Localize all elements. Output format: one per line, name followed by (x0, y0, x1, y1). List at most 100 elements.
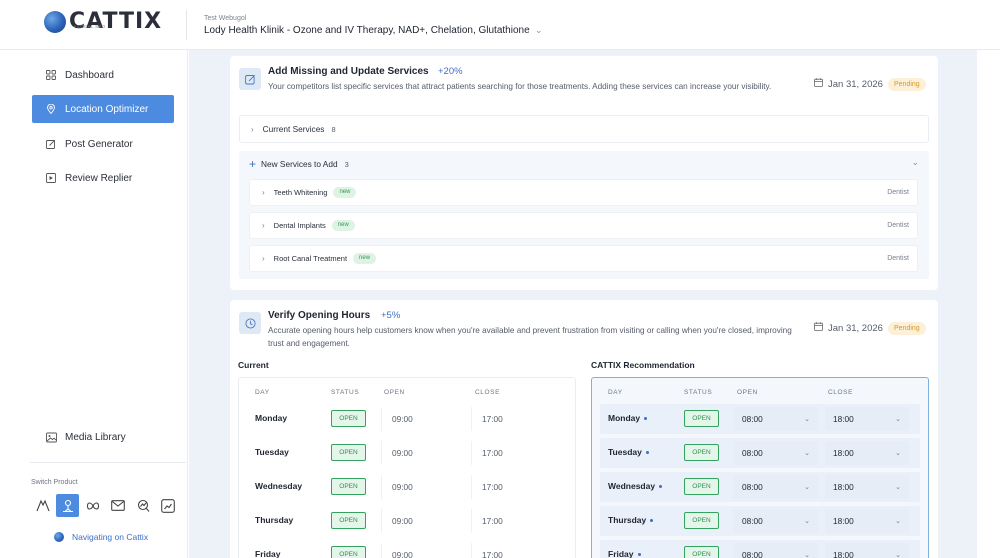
current-services-toggle[interactable]: › Current Services 8 (239, 115, 929, 143)
new-services-header[interactable]: + New Services to Add 3 (249, 157, 349, 171)
image-icon (46, 432, 57, 443)
service-name: Dental Implants (273, 221, 326, 230)
task-date: Jan 31, 2026 (814, 322, 883, 334)
logo-text: CATTIX (69, 9, 163, 34)
product-reports[interactable] (156, 494, 179, 517)
new-badge: new (353, 253, 377, 264)
column-header-status: STATUS (684, 389, 713, 396)
close-time-value: 18:00 (833, 482, 854, 492)
open-time-cell: 09:00 (381, 407, 466, 431)
open-time-select[interactable]: 08:00 ⌄ (734, 475, 818, 499)
day-cell: Tuesday (608, 447, 649, 457)
sidebar: Dashboard Location Optimizer Post Genera… (0, 50, 188, 558)
current-services-count: 8 (331, 124, 336, 134)
top-header: CATTIX • LOCAL SEO Test Webugol Lody Hea… (0, 0, 1000, 50)
status-cell[interactable]: OPEN (684, 444, 719, 461)
calendar-icon (814, 322, 823, 334)
calendar-icon (814, 78, 823, 90)
chevron-down-icon: ⌄ (804, 416, 810, 423)
status-cell: OPEN (331, 478, 366, 495)
close-time-cell: 17:00 (471, 543, 556, 558)
open-time-cell: 09:00 (381, 509, 466, 533)
new-badge: new (331, 220, 355, 231)
clock-icon (239, 312, 261, 334)
changed-dot-icon (637, 552, 641, 556)
sidebar-item-review-replier[interactable]: Review Replier (32, 164, 174, 192)
plus-icon: + (249, 157, 257, 171)
list-item[interactable]: › Teeth Whitening new Dentist (249, 179, 918, 206)
product-meta[interactable] (81, 494, 104, 517)
chevron-down-icon: ⌄ (895, 484, 901, 491)
sidebar-item-dashboard[interactable]: Dashboard (32, 61, 174, 89)
close-time-value: 18:00 (833, 516, 854, 526)
open-time-value: 08:00 (742, 550, 763, 558)
location-selector[interactable]: Lody Health Klinik - Ozone and IV Therap… (204, 25, 530, 36)
task-date-text: Jan 31, 2026 (828, 78, 883, 90)
status-cell: OPEN (331, 444, 366, 461)
day-label: Tuesday (608, 447, 642, 457)
open-time-select[interactable]: 08:00 ⌄ (734, 441, 818, 465)
service-category: Dentist (887, 222, 909, 229)
sidebar-item-media-library[interactable]: Media Library (32, 432, 126, 443)
status-cell[interactable]: OPEN (684, 546, 719, 558)
sidebar-item-label: Review Replier (65, 172, 133, 184)
chevron-down-icon[interactable]: ⌄ (911, 157, 919, 168)
chevron-down-icon[interactable]: ⌄ (535, 25, 543, 36)
sidebar-item-label: Post Generator (65, 138, 133, 150)
close-time-select[interactable]: 18:00 ⌄ (825, 441, 909, 465)
navigating-on-cattix[interactable]: Navigating on Cattix (54, 532, 148, 542)
open-time-select[interactable]: 08:00 ⌄ (734, 543, 818, 558)
product-email[interactable] (106, 494, 129, 517)
new-services-count: 3 (344, 159, 349, 169)
list-item[interactable]: › Root Canal Treatment new Dentist (249, 245, 918, 272)
current-services-label: Current Services (262, 124, 325, 134)
ads-icon (35, 499, 50, 512)
sidebar-item-location-optimizer[interactable]: Location Optimizer (32, 95, 174, 123)
chevron-right-icon: › (262, 188, 265, 197)
list-item[interactable]: › Dental Implants new Dentist (249, 212, 918, 239)
product-local-seo[interactable] (56, 494, 79, 517)
status-cell[interactable]: OPEN (684, 410, 719, 427)
open-time-value: 08:00 (742, 516, 763, 526)
chevron-right-icon: › (262, 221, 265, 230)
close-time-cell: 17:00 (471, 407, 556, 431)
close-time-select[interactable]: 18:00 ⌄ (825, 475, 909, 499)
right-margin (977, 50, 1000, 558)
main-content: Add Missing and Update Services +20% You… (189, 50, 977, 558)
status-cell[interactable]: OPEN (684, 478, 719, 495)
chevron-down-icon: ⌄ (895, 450, 901, 457)
globe-icon (54, 532, 64, 542)
open-time-cell: 09:00 (381, 441, 466, 465)
header-divider (186, 10, 187, 40)
task-card-services: Add Missing and Update Services +20% You… (230, 56, 938, 290)
sidebar-item-post-generator[interactable]: Post Generator (32, 130, 174, 158)
logo-subtitle: • LOCAL SEO (74, 24, 106, 29)
task-description: Accurate opening hours help customers kn… (268, 326, 792, 348)
open-time-select[interactable]: 08:00 ⌄ (734, 407, 818, 431)
close-time-cell: 17:00 (471, 509, 556, 533)
open-time-select[interactable]: 08:00 ⌄ (734, 509, 818, 533)
column-header-open: OPEN (384, 389, 405, 396)
close-time-select[interactable]: 18:00 ⌄ (825, 543, 909, 558)
task-card-hours: Verify Opening Hours +5% Accurate openin… (230, 300, 938, 558)
product-ads[interactable] (31, 494, 54, 517)
switch-product-label: Switch Product (31, 479, 78, 486)
close-time-select[interactable]: 18:00 ⌄ (825, 407, 909, 431)
task-description: Your competitors list specific services … (268, 82, 772, 91)
changed-dot-icon (645, 450, 649, 454)
close-time-select[interactable]: 18:00 ⌄ (825, 509, 909, 533)
product-analytics[interactable] (131, 494, 154, 517)
new-services-label: New Services to Add (261, 159, 338, 169)
status-badge: Pending (888, 78, 926, 91)
globe-icon (44, 11, 66, 33)
task-title: Verify Opening Hours (268, 310, 371, 321)
product-switcher (31, 494, 179, 517)
location-person-icon (62, 499, 73, 512)
cattix-logo[interactable]: CATTIX (44, 11, 162, 33)
column-header-status: STATUS (331, 389, 360, 396)
status-cell[interactable]: OPEN (684, 512, 719, 529)
edit-icon (46, 139, 56, 149)
chevron-down-icon: ⌄ (804, 450, 810, 457)
recommended-hours-table: DAY STATUS OPEN CLOSE Monday OPEN 08:00 ⌄… (591, 377, 929, 558)
sidebar-divider (30, 462, 186, 463)
